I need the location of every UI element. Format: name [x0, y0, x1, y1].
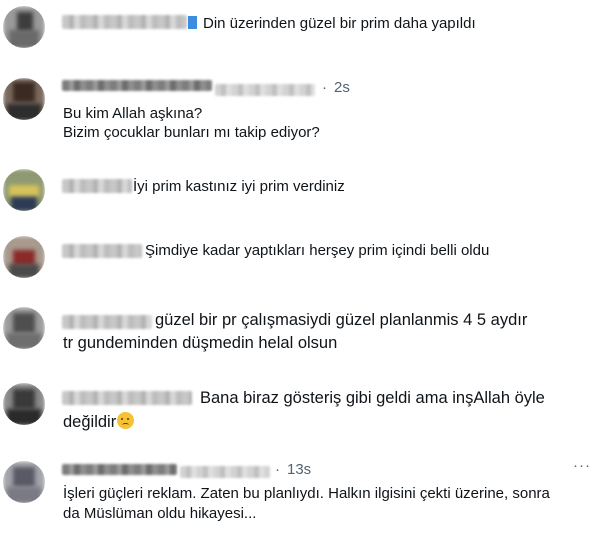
- comment-line: Şimdiye kadar yaptıkları herşey prim içi…: [145, 242, 490, 259]
- comment-line: Bu kim Allah aşkına?: [63, 105, 203, 122]
- handle-blurred[interactable]: [180, 466, 270, 478]
- comment-line: da Müslüman oldu hikayesi...: [63, 505, 257, 522]
- avatar[interactable]: [3, 307, 45, 349]
- sad-face-emoji-icon: [117, 412, 135, 429]
- avatar[interactable]: [3, 169, 45, 211]
- avatar[interactable]: [3, 78, 45, 120]
- comment-line: Bana biraz gösteriş gibi geldi ama inşAl…: [200, 389, 545, 407]
- more-options-icon[interactable]: ···: [573, 457, 590, 474]
- comment-2: · 2s Bu kim Allah aşkına? Bizim çocuklar…: [0, 70, 590, 150]
- username-blurred[interactable]: [62, 244, 142, 258]
- comment-line: Bizim çocuklar bunları mı takip ediyor?: [63, 124, 320, 141]
- comment-7: · 13s ··· İşleri güçleri reklam. Zaten b…: [0, 455, 590, 540]
- timestamp[interactable]: 13s: [287, 461, 311, 478]
- comment-6: Bana biraz gösteriş gibi geldi ama inşAl…: [0, 375, 590, 445]
- comment-5: güzel bir pr çalışmasiydi güzel planlanm…: [0, 295, 590, 360]
- comment-4: Şimdiye kadar yaptıkları herşey prim içi…: [0, 228, 590, 278]
- avatar[interactable]: [3, 461, 45, 503]
- avatar[interactable]: [3, 6, 45, 48]
- comment-text-line-2: değildir: [63, 410, 135, 434]
- comment-line: değildir: [63, 413, 117, 431]
- username-blurred[interactable]: [62, 179, 132, 193]
- comment-line: güzel bir pr çalışmasiydi güzel planlanm…: [155, 311, 528, 329]
- avatar[interactable]: [3, 383, 45, 425]
- avatar[interactable]: [3, 236, 45, 278]
- comment-line: İşleri güçleri reklam. Zaten bu planlıyd…: [63, 485, 550, 502]
- comment-text: Din üzerinden güzel bir prim daha yapıld…: [188, 13, 476, 34]
- username-blurred[interactable]: [62, 15, 187, 29]
- blue-flag-icon: [188, 16, 197, 29]
- username-blurred[interactable]: [62, 391, 192, 405]
- username-blurred[interactable]: [62, 80, 212, 91]
- comment-3: İyi prim kastınız iyi prim verdiniz: [0, 165, 590, 215]
- comment-line: Din üzerinden güzel bir prim daha yapıld…: [203, 15, 476, 32]
- comment-line: tr gundeminden düşmedin helal olsun: [63, 334, 338, 352]
- comment-1: Din üzerinden güzel bir prim daha yapıld…: [0, 0, 590, 55]
- handle-blurred[interactable]: [215, 84, 315, 96]
- username-blurred[interactable]: [62, 464, 177, 475]
- separator-dot: ·: [275, 461, 280, 478]
- timestamp[interactable]: 2s: [334, 79, 350, 96]
- separator-dot: ·: [322, 79, 327, 96]
- username-blurred[interactable]: [62, 315, 152, 329]
- comment-line: İyi prim kastınız iyi prim verdiniz: [133, 178, 345, 195]
